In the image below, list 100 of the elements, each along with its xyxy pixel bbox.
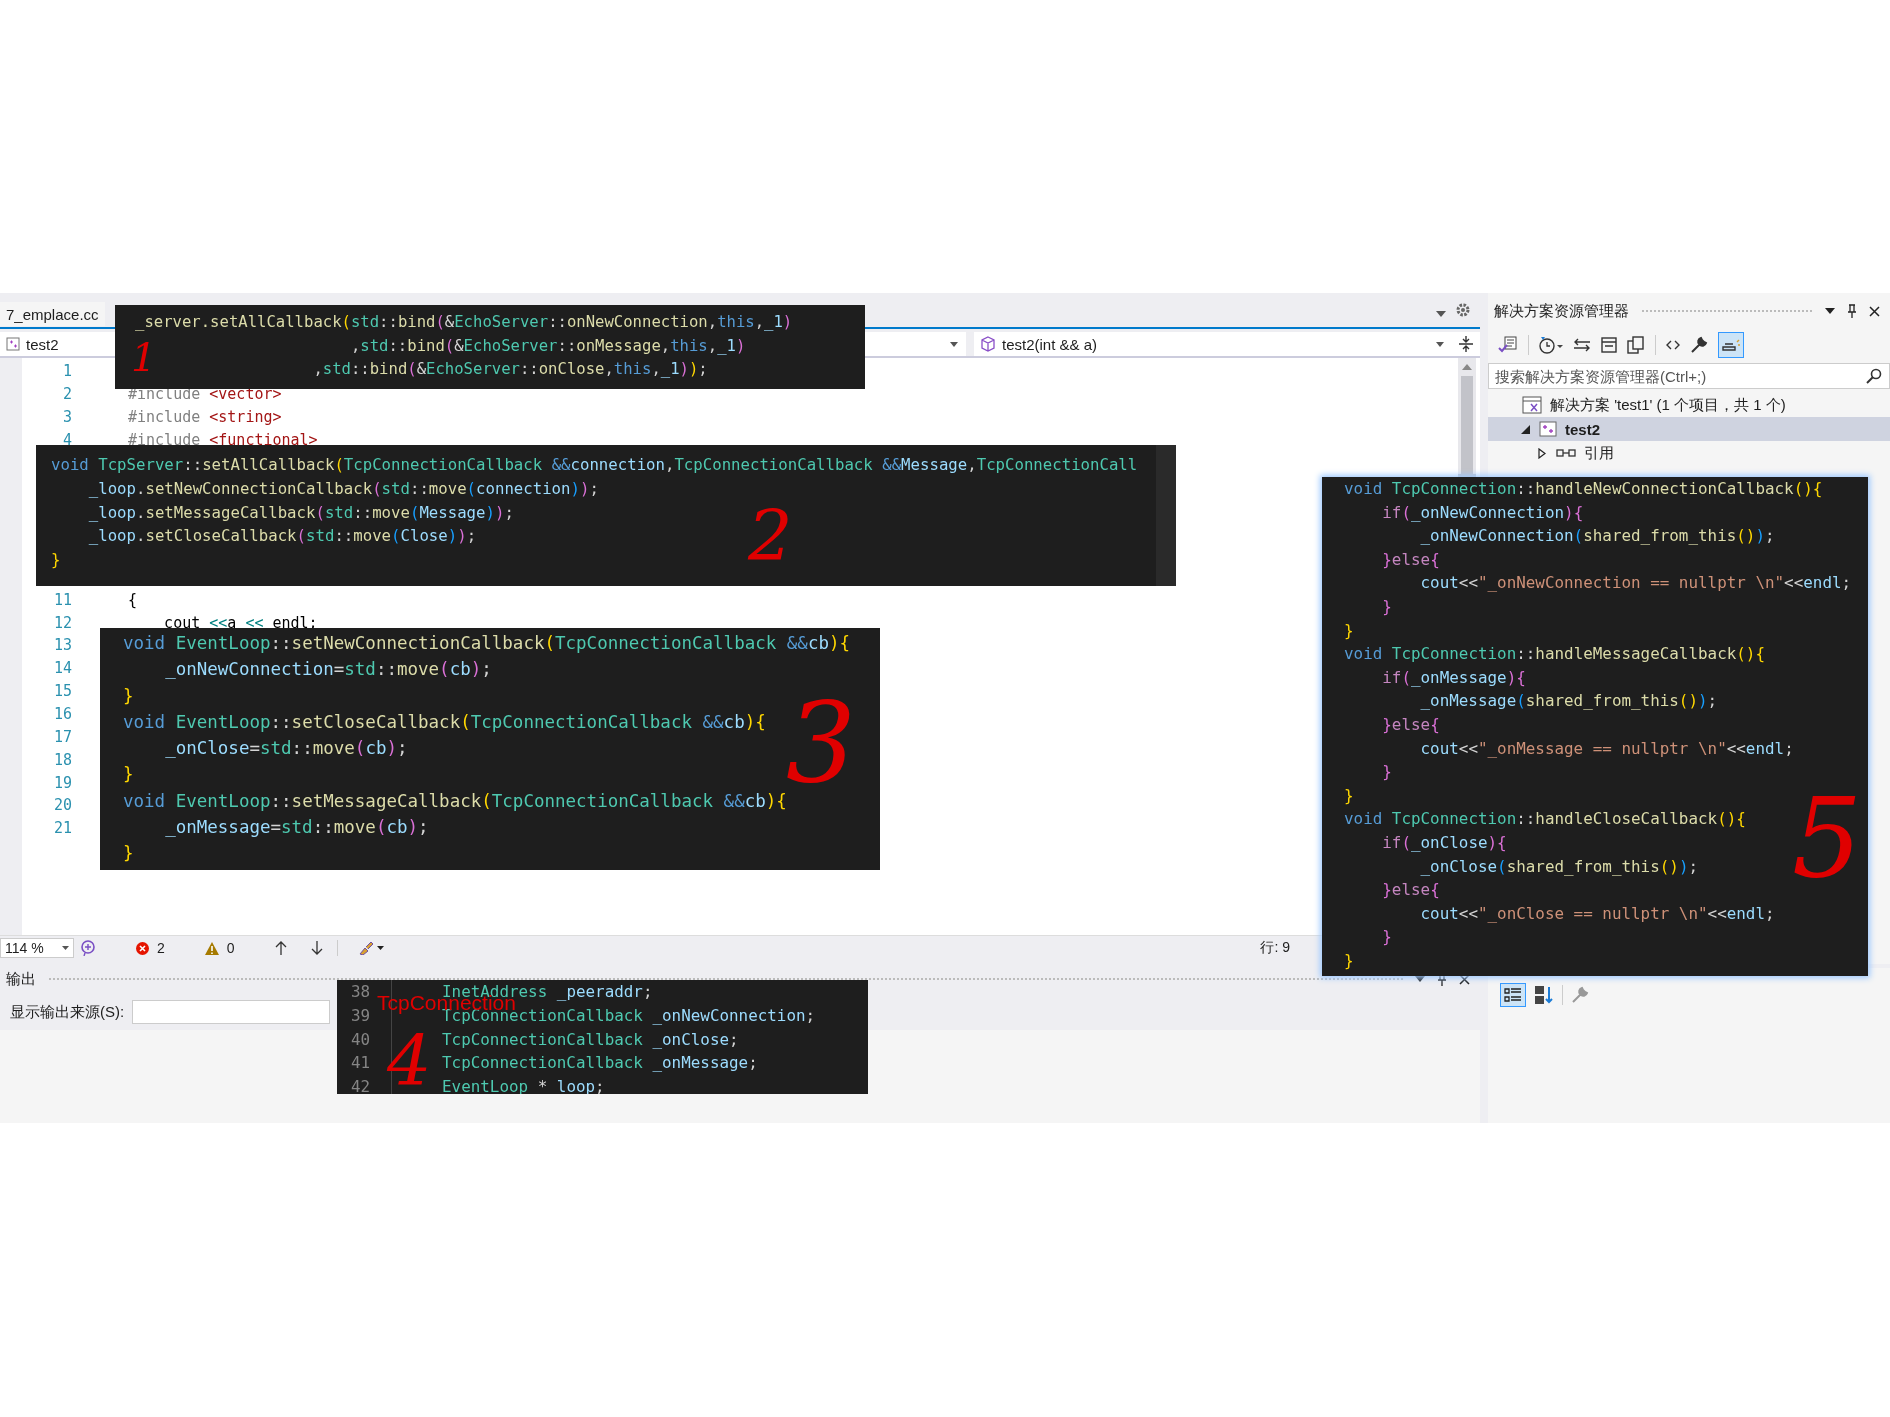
- warning-icon[interactable]: [204, 941, 219, 955]
- line-number: 20: [52, 796, 73, 815]
- code-line: void EventLoop::setNewConnectionCallback(TcpConnectionCallback &&cb){: [123, 632, 851, 655]
- line-number: 19: [52, 773, 73, 792]
- copy-icon[interactable]: [1627, 336, 1645, 354]
- code-line: void TcpConnection::handleCloseCallback(){: [1344, 808, 1746, 831]
- line-number: 1: [61, 362, 73, 381]
- scrollbar[interactable]: [1458, 358, 1476, 474]
- code-line: }: [1382, 595, 1392, 618]
- wrench-icon[interactable]: [1690, 336, 1708, 354]
- line-number: 16: [52, 705, 73, 723]
- code-line: ,std::bind(&EchoServer::onClose,this,_1));: [313, 359, 708, 380]
- code-line: }: [123, 684, 134, 708]
- collapsed-icon[interactable]: [1538, 447, 1546, 459]
- warning-count: 0: [226, 940, 235, 956]
- handwritten-number: 3: [786, 688, 856, 798]
- code-line: #include <string>: [128, 408, 282, 427]
- pin-icon[interactable]: [1847, 304, 1857, 318]
- handwritten-number: 5: [1792, 783, 1862, 893]
- line-number: 21: [52, 819, 73, 838]
- code-line: ,std::bind(&EchoServer::onMessage,this,_1): [350, 335, 746, 357]
- code-line: cout<<"_onMessage == nullptr \n"<<endl;: [1420, 737, 1794, 760]
- dropdown-icon[interactable]: [1436, 311, 1446, 317]
- code-line: _onNewConnection(shared_from_this());: [1420, 525, 1775, 548]
- up-arrow-icon[interactable]: [274, 941, 287, 955]
- code-line: _loop.setNewConnectionCallback(std::move(connection));: [88, 477, 599, 500]
- code-line: _onMessage(shared_from_this());: [1420, 690, 1718, 713]
- code-line: _onClose=std::move(cb);: [165, 737, 408, 761]
- code-line: _loop.setCloseCallback(std::move(Close));: [88, 525, 477, 548]
- code-line: }: [1344, 949, 1354, 972]
- settings-icon[interactable]: [1456, 303, 1470, 317]
- brush-icon[interactable]: [357, 941, 384, 955]
- search-icon[interactable]: [1866, 368, 1882, 384]
- code-line: }else{: [1382, 879, 1440, 902]
- code-line: void TcpConnection::handleNewConnectionCallback(){: [1344, 478, 1823, 500]
- tree-item[interactable]: test2: [1488, 417, 1890, 441]
- code-line: void TcpConnection::handleMessageCallback(){: [1344, 643, 1765, 666]
- categorized-icon[interactable]: [1500, 983, 1526, 1007]
- code-line: void TcpServer::setAllCallback(TcpConnectionCallback &&connection,TcpConnectionCallback &&Message,TcpConnectionCall: [51, 454, 1138, 476]
- expanded-icon[interactable]: [1520, 424, 1530, 434]
- code-line: }: [1344, 784, 1354, 807]
- project-icon: [6, 337, 20, 351]
- caret-icon[interactable]: [950, 341, 958, 347]
- panel-title: 输出: [6, 969, 36, 989]
- tree-item[interactable]: 引用: [1488, 441, 1890, 465]
- code-line: void EventLoop::setCloseCallback(TcpConnectionCallback &&cb){: [123, 710, 766, 734]
- line-number: 13: [52, 636, 73, 655]
- dropdown-icon[interactable]: [1825, 308, 1835, 314]
- caret-icon: [62, 946, 69, 950]
- code-line: cout<<"_onNewConnection == nullptr \n"<<endl;: [1420, 572, 1852, 595]
- code-line: if(_onMessage){: [1382, 666, 1526, 689]
- error-count: 2: [157, 940, 165, 956]
- line-number: 14: [52, 659, 73, 678]
- split-icon[interactable]: [1458, 335, 1474, 353]
- line-number: 2: [61, 385, 73, 404]
- source-label: 显示输出来源(S):: [10, 1002, 125, 1022]
- line-number: 15: [52, 682, 73, 701]
- line-number: 17: [52, 727, 73, 746]
- code-line: }: [51, 549, 61, 572]
- close-icon[interactable]: [1869, 305, 1880, 317]
- handwritten-number: 2: [748, 501, 793, 571]
- code-line: cout <<a << endl;: [164, 613, 318, 632]
- file-tab[interactable]: 7_emplace.cc: [0, 302, 105, 326]
- code-line: _loop.setMessageCallback(std::move(Message));: [88, 501, 514, 524]
- code-line: TcpConnectionCallback _onClose;: [442, 1028, 739, 1051]
- code-line: TcpConnectionCallback _onMessage;: [442, 1052, 758, 1075]
- code-icon[interactable]: [1666, 340, 1680, 350]
- panel-title: 解决方案资源管理器: [1494, 301, 1629, 321]
- close-icon[interactable]: [1459, 973, 1470, 985]
- caret-icon: [1436, 341, 1444, 347]
- code-line: }: [1344, 619, 1354, 642]
- code-line: #include <functional>: [128, 430, 318, 449]
- project-dropdown[interactable]: test2: [0, 332, 112, 356]
- sync-icon[interactable]: [1573, 338, 1591, 352]
- tree-item[interactable]: 解决方案 'test1' (1 个项目，共 1 个): [1488, 393, 1890, 417]
- code-line: cout<<"_onClose == nullptr \n"<<endl;: [1420, 902, 1775, 925]
- zoom-dropdown[interactable]: 114 %: [0, 938, 74, 958]
- scroll-up-icon[interactable]: [1462, 364, 1472, 370]
- code-line: _onMessage=std::move(cb);: [165, 816, 429, 840]
- down-arrow-icon[interactable]: [310, 941, 323, 955]
- line-indicator: 行: 9: [1260, 939, 1290, 957]
- line-number: 18: [52, 750, 73, 769]
- line-number: 12: [52, 613, 73, 632]
- code-line: {: [128, 590, 138, 609]
- collapse-icon[interactable]: [1601, 337, 1617, 353]
- code-line: _server.setAllCallback(std::bind(&EchoServer::onNewConnection,this,_1): [135, 312, 793, 333]
- sort-icon[interactable]: [1534, 985, 1554, 1005]
- project-icon: [1539, 421, 1557, 437]
- code-line: }: [123, 842, 134, 866]
- code-line: if(_onNewConnection){: [1382, 501, 1584, 524]
- error-icon[interactable]: [136, 941, 149, 955]
- line-number: 3: [61, 408, 73, 427]
- code-line: _onClose(shared_from_this());: [1420, 855, 1699, 878]
- clock-icon[interactable]: [1539, 336, 1563, 354]
- references-icon: [1556, 448, 1576, 458]
- code-line: }: [1382, 761, 1392, 784]
- line-number: 4: [61, 430, 73, 449]
- code-line: _onNewConnection=std::move(cb);: [165, 658, 492, 682]
- code-line: }: [123, 763, 134, 787]
- search-field[interactable]: 搜索解决方案资源管理器(Ctrl+;): [1488, 363, 1890, 389]
